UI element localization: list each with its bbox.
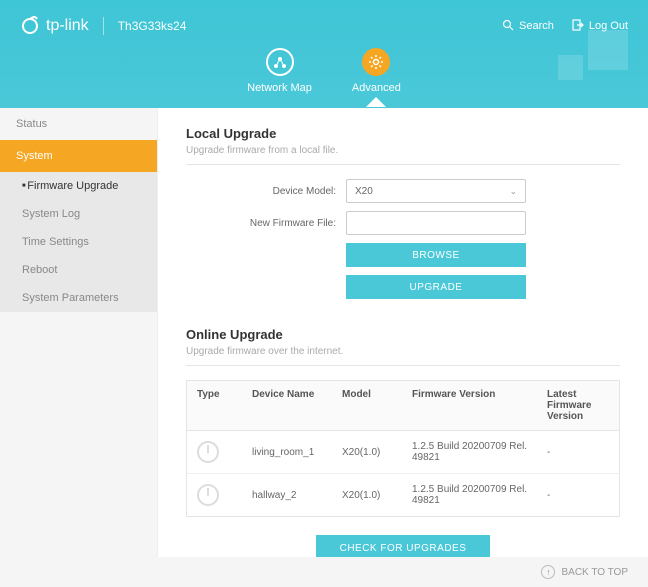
firmware-file-row: New Firmware File: <box>186 211 620 235</box>
device-model-select[interactable]: X20 ⌄ <box>346 179 526 203</box>
divider <box>186 365 620 366</box>
back-to-top-label: BACK TO TOP <box>561 567 628 578</box>
device-model-label: Device Model: <box>186 186 336 197</box>
td-type <box>197 441 252 463</box>
td-firmware: 1.2.5 Build 20200709 Rel. 49821 <box>412 484 547 506</box>
td-model: X20(1.0) <box>342 447 412 458</box>
tab-network-map[interactable]: Network Map <box>247 48 312 106</box>
td-model: X20(1.0) <box>342 490 412 501</box>
sidebar-sub-firmware[interactable]: Firmware Upgrade <box>0 172 157 200</box>
upgrade-row: UPGRADE <box>186 275 620 299</box>
th-name: Device Name <box>252 389 342 422</box>
device-model-row: Device Model: X20 ⌄ <box>186 179 620 203</box>
brand-text: tp-link <box>46 17 89 35</box>
td-firmware: 1.2.5 Build 20200709 Rel. 49821 <box>412 441 547 463</box>
th-firmware: Firmware Version <box>412 389 547 422</box>
check-button-wrap: CHECK FOR UPGRADES <box>186 535 620 557</box>
local-upgrade-subtitle: Upgrade firmware from a local file. <box>186 145 620 156</box>
sidebar-sub-reboot[interactable]: Reboot <box>0 256 157 284</box>
sidebar-sub-params[interactable]: System Parameters <box>0 284 157 312</box>
device-model-value: X20 <box>355 186 373 197</box>
devices-table: Type Device Name Model Firmware Version … <box>186 380 620 517</box>
tab-network-map-label: Network Map <box>247 82 312 94</box>
arrow-up-icon: ↑ <box>541 565 555 579</box>
th-latest: Latest Firmware Version <box>547 389 609 422</box>
table-row: hallway_2X20(1.0)1.2.5 Build 20200709 Re… <box>187 474 619 516</box>
brand-divider <box>103 17 104 35</box>
local-upgrade-title: Local Upgrade <box>186 126 620 141</box>
sidebar-item-system[interactable]: System <box>0 140 157 172</box>
device-id: Th3G33ks24 <box>118 19 187 33</box>
td-latest: - <box>547 447 609 458</box>
online-upgrade-title: Online Upgrade <box>186 327 620 342</box>
back-to-top[interactable]: ↑ BACK TO TOP <box>0 557 648 587</box>
brand: tp-link Th3G33ks24 <box>20 16 186 36</box>
tab-advanced-label: Advanced <box>352 82 401 94</box>
gear-icon <box>362 48 390 76</box>
logo-icon <box>20 16 40 36</box>
network-map-icon <box>266 48 294 76</box>
device-type-icon <box>197 441 219 463</box>
firmware-file-label: New Firmware File: <box>186 218 336 229</box>
td-type <box>197 484 252 506</box>
table-body: living_room_1X20(1.0)1.2.5 Build 2020070… <box>187 431 619 516</box>
content: Status System Firmware Upgrade System Lo… <box>0 108 648 557</box>
online-upgrade-section: Online Upgrade Upgrade firmware over the… <box>186 327 620 557</box>
local-upgrade-section: Local Upgrade Upgrade firmware from a lo… <box>186 126 620 299</box>
th-type: Type <box>197 389 252 422</box>
sidebar: Status System Firmware Upgrade System Lo… <box>0 108 158 557</box>
sidebar-item-status[interactable]: Status <box>0 108 157 140</box>
table-header: Type Device Name Model Firmware Version … <box>187 381 619 431</box>
main-panel: Local Upgrade Upgrade firmware from a lo… <box>158 108 648 557</box>
table-row: living_room_1X20(1.0)1.2.5 Build 2020070… <box>187 431 619 474</box>
td-name: living_room_1 <box>252 447 342 458</box>
check-for-upgrades-button[interactable]: CHECK FOR UPGRADES <box>316 535 491 557</box>
divider <box>186 164 620 165</box>
td-latest: - <box>547 490 609 501</box>
online-upgrade-subtitle: Upgrade firmware over the internet. <box>186 346 620 357</box>
nav-tabs: Network Map Advanced <box>0 48 648 106</box>
browse-button[interactable]: BROWSE <box>346 243 526 267</box>
tab-advanced[interactable]: Advanced <box>352 48 401 106</box>
sidebar-sub-time[interactable]: Time Settings <box>0 228 157 256</box>
chevron-down-icon: ⌄ <box>509 186 517 197</box>
upgrade-button[interactable]: UPGRADE <box>346 275 526 299</box>
device-type-icon <box>197 484 219 506</box>
td-name: hallway_2 <box>252 490 342 501</box>
search-icon <box>502 19 514 34</box>
firmware-file-input[interactable] <box>346 211 526 235</box>
header: tp-link Th3G33ks24 Search Log Out Networ… <box>0 0 648 108</box>
th-model: Model <box>342 389 412 422</box>
browse-row: BROWSE <box>186 243 620 267</box>
sidebar-sub-syslog[interactable]: System Log <box>0 200 157 228</box>
